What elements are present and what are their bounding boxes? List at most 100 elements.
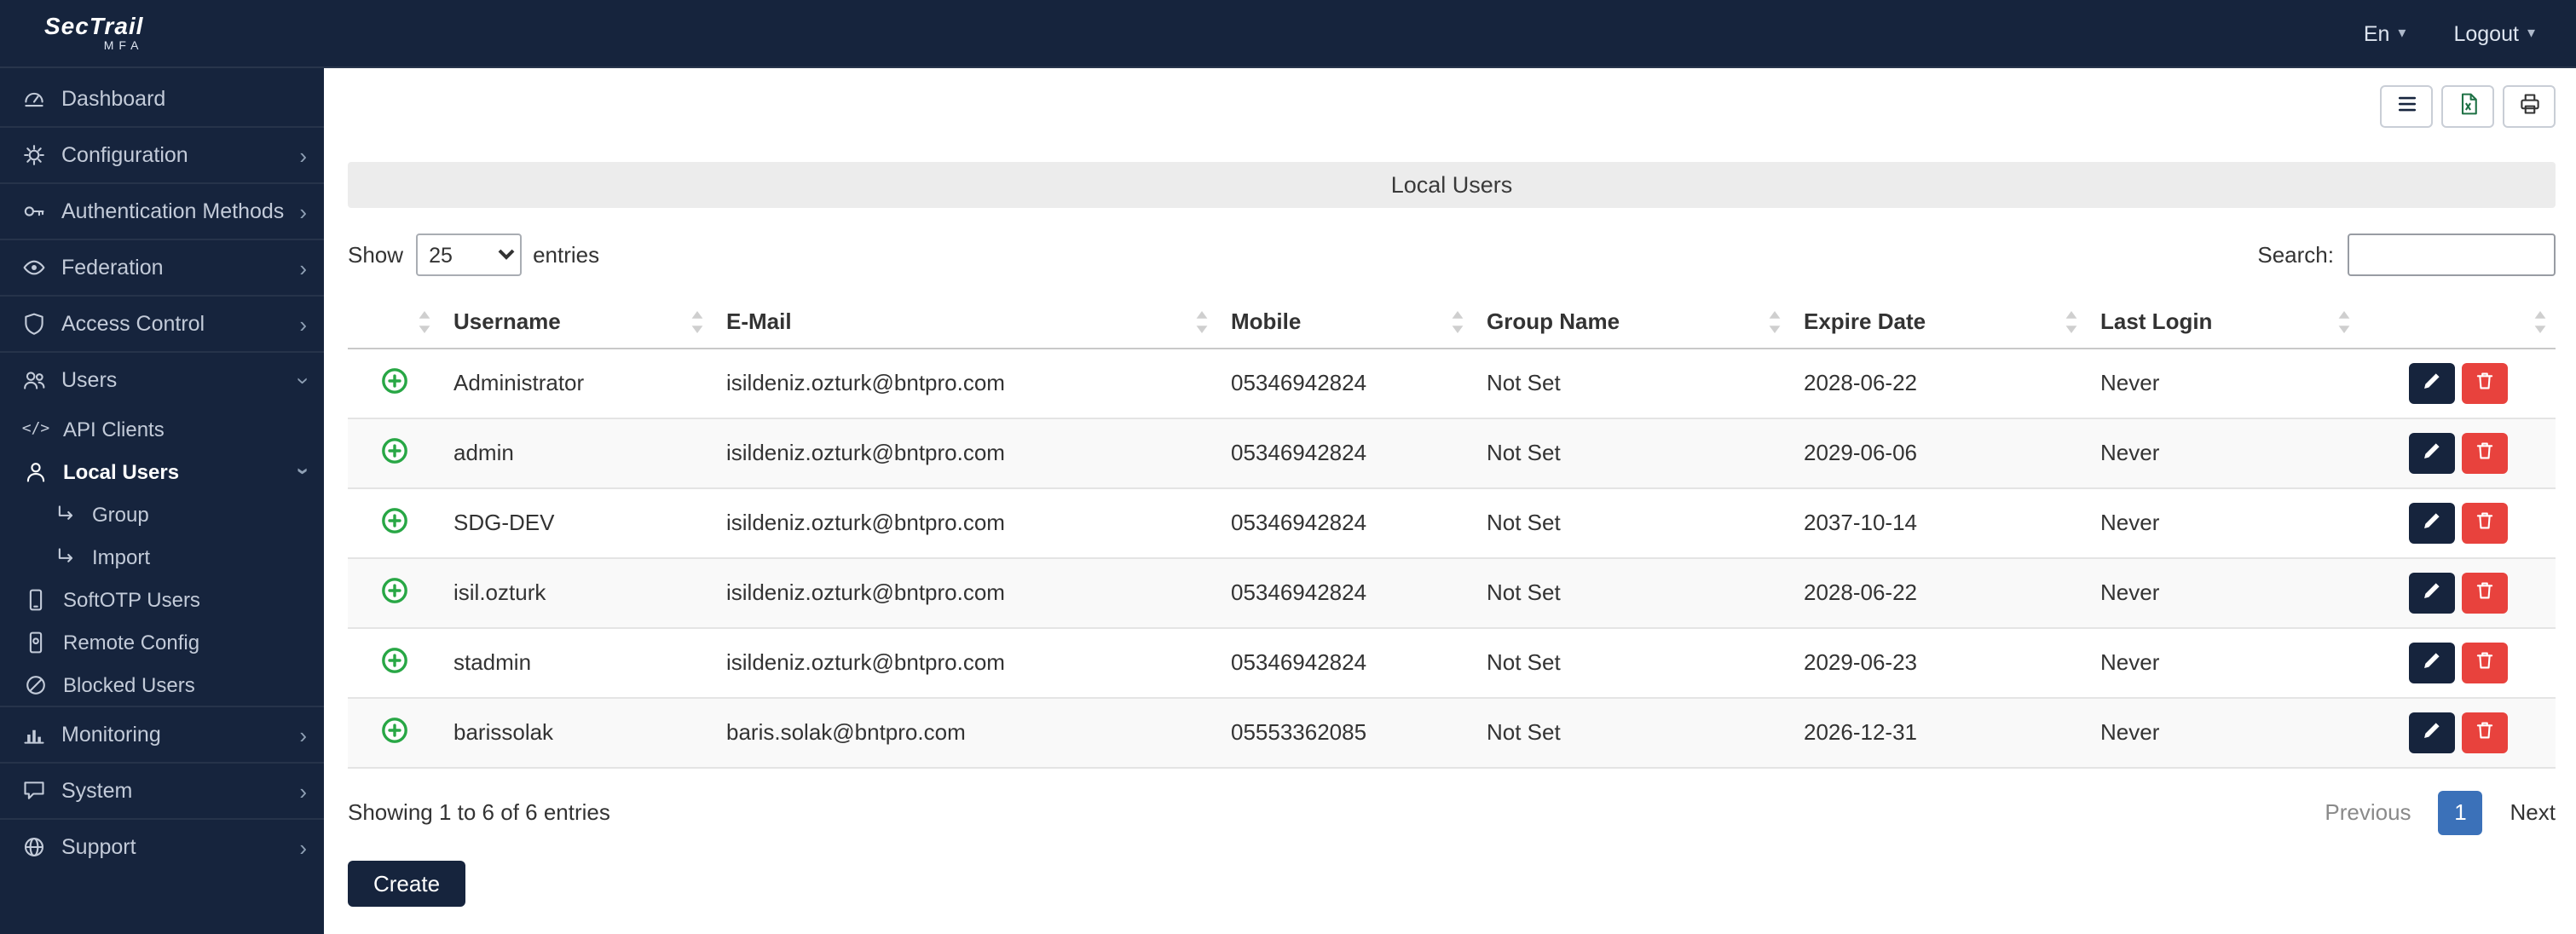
chevron-down-icon: › <box>292 377 315 384</box>
sidebar-item-label: Authentication Methods <box>61 199 284 223</box>
expand-row-icon[interactable] <box>379 366 408 395</box>
show-label: Show <box>348 242 403 268</box>
sort-icon <box>2065 311 2078 333</box>
user-icon <box>22 458 49 485</box>
delete-user-button[interactable] <box>2461 572 2507 613</box>
mobile-cell: 05346942824 <box>1217 627 1473 697</box>
delete-user-button[interactable] <box>2461 362 2507 403</box>
expand-cell <box>348 487 440 557</box>
language-menu[interactable]: En ▾ <box>2364 21 2406 45</box>
edit-user-button[interactable] <box>2408 642 2454 683</box>
expand-row-icon[interactable] <box>379 435 408 464</box>
mobile-cell: 05553362085 <box>1217 697 1473 767</box>
sort-icon <box>1768 311 1782 333</box>
col-header-label: E-Mail <box>726 309 792 335</box>
chat-icon <box>20 777 48 804</box>
expire-date-cell: 2037-10-14 <box>1790 487 2087 557</box>
create-user-button[interactable]: Create <box>348 860 465 906</box>
brand-logo[interactable]: SecTrail MFA <box>44 14 143 53</box>
sidebar-item-group[interactable]: Group <box>0 493 324 535</box>
main-layout: Dashboard Configuration › Authentication… <box>0 68 2576 934</box>
email-cell: isildeniz.ozturk@bntpro.com <box>713 557 1217 627</box>
table-row: isil.ozturkisildeniz.ozturk@bntpro.com05… <box>348 557 2556 627</box>
sidebar-item-authentication-methods[interactable]: Authentication Methods › <box>0 182 324 239</box>
col-header-label: Expire Date <box>1804 309 1926 335</box>
group-name-cell: Not Set <box>1473 627 1790 697</box>
sidebar-item-monitoring[interactable]: Monitoring › <box>0 706 324 762</box>
group-name-cell: Not Set <box>1473 557 1790 627</box>
pencil-icon <box>2420 439 2442 466</box>
sort-icon <box>418 311 431 333</box>
delete-user-button[interactable] <box>2461 712 2507 752</box>
delete-user-button[interactable] <box>2461 642 2507 683</box>
col-header-actions[interactable] <box>2359 297 2556 348</box>
chevron-down-icon: ▾ <box>2398 24 2406 43</box>
table-row: stadminisildeniz.ozturk@bntpro.com053469… <box>348 627 2556 697</box>
col-header-expand[interactable] <box>348 297 440 348</box>
brand-title: SecTrail <box>44 14 143 37</box>
sidebar-item-label: Remote Config <box>63 630 199 654</box>
expire-date-cell: 2028-06-22 <box>1790 557 2087 627</box>
sidebar-item-system[interactable]: System › <box>0 762 324 818</box>
logout-label: Logout <box>2453 21 2518 45</box>
topbar: SecTrail MFA En ▾ Logout ▾ <box>0 0 2576 68</box>
sidebar-item-users[interactable]: Users › <box>0 351 324 407</box>
chart-icon <box>20 721 48 748</box>
trash-icon <box>2473 649 2495 676</box>
trash-icon <box>2473 718 2495 746</box>
sidebar-item-blocked-users[interactable]: Blocked Users <box>0 663 324 706</box>
expand-row-icon[interactable] <box>379 715 408 744</box>
page-length-control: Show 25 entries <box>348 234 599 276</box>
code-icon: </> <box>22 415 49 442</box>
col-header-mobile[interactable]: Mobile <box>1217 297 1473 348</box>
sidebar-item-api-clients[interactable]: </> API Clients <box>0 407 324 450</box>
page-length-select[interactable]: 25 <box>415 234 521 276</box>
actions-cell <box>2359 348 2556 418</box>
col-header-last-login[interactable]: Last Login <box>2087 297 2359 348</box>
sidebar-item-federation[interactable]: Federation › <box>0 239 324 295</box>
sidebar-item-dashboard[interactable]: Dashboard <box>0 70 324 126</box>
edit-user-button[interactable] <box>2408 502 2454 543</box>
sidebar-item-configuration[interactable]: Configuration › <box>0 126 324 182</box>
page-title: Local Users <box>348 162 2556 208</box>
sidebar-item-import[interactable]: Import <box>0 535 324 578</box>
sidebar-item-access-control[interactable]: Access Control › <box>0 295 324 351</box>
print-button[interactable] <box>2503 85 2556 128</box>
excel-export-button[interactable] <box>2441 85 2494 128</box>
sidebar: Dashboard Configuration › Authentication… <box>0 68 324 934</box>
delete-user-button[interactable] <box>2461 502 2507 543</box>
chevron-right-icon: › <box>299 724 307 746</box>
group-name-cell: Not Set <box>1473 348 1790 418</box>
edit-user-button[interactable] <box>2408 432 2454 473</box>
previous-page-button[interactable]: Previous <box>2325 799 2411 825</box>
pencil-icon <box>2420 369 2442 396</box>
sort-icon <box>1451 311 1464 333</box>
sidebar-item-label: Configuration <box>61 143 188 167</box>
current-page-button[interactable]: 1 <box>2439 790 2483 834</box>
delete-user-button[interactable] <box>2461 432 2507 473</box>
mobile-cell: 05346942824 <box>1217 418 1473 487</box>
list-view-button[interactable] <box>2380 85 2433 128</box>
logout-menu[interactable]: Logout ▾ <box>2453 21 2535 45</box>
sidebar-item-remote-config[interactable]: Remote Config <box>0 620 324 663</box>
expand-row-icon[interactable] <box>379 505 408 534</box>
key-icon <box>20 198 48 225</box>
search-input[interactable] <box>2348 234 2556 276</box>
col-header-username[interactable]: Username <box>440 297 713 348</box>
search-control: Search: <box>2257 234 2556 276</box>
edit-user-button[interactable] <box>2408 712 2454 752</box>
col-header-group-name[interactable]: Group Name <box>1473 297 1790 348</box>
next-page-button[interactable]: Next <box>2510 799 2556 825</box>
username-cell: barissolak <box>440 697 713 767</box>
sidebar-item-local-users[interactable]: Local Users › <box>0 450 324 493</box>
col-header-expire-date[interactable]: Expire Date <box>1790 297 2087 348</box>
edit-user-button[interactable] <box>2408 362 2454 403</box>
sidebar-item-support[interactable]: Support › <box>0 818 324 874</box>
col-header-email[interactable]: E-Mail <box>713 297 1217 348</box>
expand-row-icon[interactable] <box>379 575 408 604</box>
pencil-icon <box>2420 509 2442 536</box>
sidebar-item-softotp-users[interactable]: SoftOTP Users <box>0 578 324 620</box>
entries-summary: Showing 1 to 6 of 6 entries <box>348 799 610 825</box>
edit-user-button[interactable] <box>2408 572 2454 613</box>
expand-row-icon[interactable] <box>379 645 408 674</box>
